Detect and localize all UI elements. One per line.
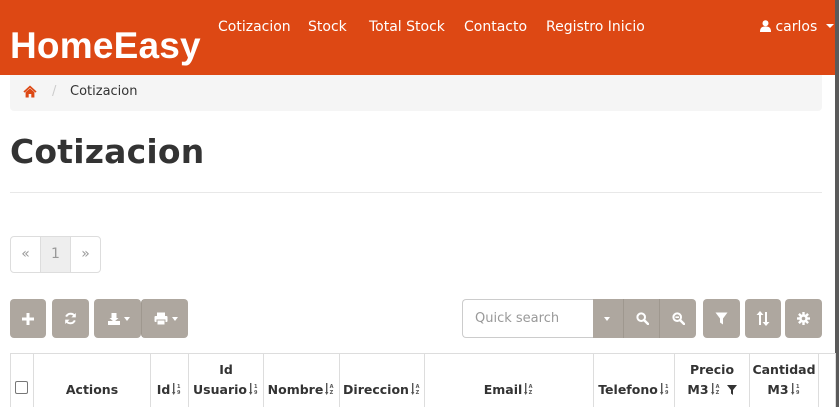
refresh-icon [65, 312, 76, 325]
user-menu[interactable]: carlos [760, 19, 834, 35]
nav-link-cotizacion[interactable]: Cotizacion [218, 19, 291, 35]
nav-link-stock[interactable]: Stock [308, 19, 347, 35]
settings-button[interactable] [785, 299, 822, 338]
breadcrumb-separator: / [52, 84, 57, 99]
home-icon[interactable] [23, 85, 37, 98]
svg-text:9: 9 [796, 390, 800, 395]
sort-alpha-icon: AZ [710, 383, 719, 395]
sort-alpha-icon: AZ [524, 383, 533, 395]
sort-alpha-icon: AZ [410, 383, 420, 395]
svg-text:Z: Z [715, 390, 719, 395]
table-header-precio-m3[interactable]: Precio M3 A Z [675, 354, 750, 407]
chevron-down-icon [825, 24, 834, 28]
sort-numeric-icon: 19 [248, 383, 258, 395]
table-header-id-usuario[interactable]: Id Usuario 1 9 [189, 354, 264, 407]
print-icon [154, 312, 168, 325]
nav-link-contacto[interactable]: Contacto [464, 19, 527, 35]
svg-text:9: 9 [254, 390, 258, 395]
search-icon [636, 312, 649, 325]
title-divider [10, 192, 822, 193]
filter-button[interactable] [703, 299, 740, 338]
clear-search-button[interactable] [659, 299, 696, 338]
chevron-down-icon [604, 317, 610, 321]
search-button[interactable] [623, 299, 659, 338]
plus-icon [22, 313, 34, 325]
sort-numeric-icon: 19 [790, 383, 800, 395]
brand-logo[interactable]: HomeEasy [10, 24, 201, 68]
svg-text:9: 9 [177, 390, 181, 395]
svg-text:Z: Z [529, 390, 533, 395]
filter-icon [715, 312, 728, 325]
sort-icon [756, 311, 770, 326]
table-header-actions: Actions [34, 354, 151, 407]
print-dropdown-button[interactable] [141, 299, 188, 338]
gear-icon [797, 312, 810, 325]
chevron-down-icon [172, 317, 178, 321]
table-header-direccion[interactable]: Direccion A Z [340, 354, 425, 407]
sort-alpha-icon: AZ [325, 383, 334, 395]
user-name: carlos [775, 19, 818, 35]
sort-numeric-icon: 19 [659, 383, 669, 395]
svg-text:9: 9 [665, 390, 669, 395]
add-button[interactable] [10, 299, 46, 338]
table-header-email[interactable]: Email A Z [425, 354, 594, 407]
sort-button[interactable] [745, 299, 781, 338]
table-header-cantidad-m3[interactable]: Cantidad M3 1 9 [750, 354, 819, 407]
breadcrumb-current: Cotizacion [70, 84, 138, 99]
pagination: « 1 » [10, 236, 101, 273]
svg-text:Z: Z [330, 390, 334, 395]
data-table: Actions Id 1 9 Id Usuario 1 9 Nombre A Z Direc… [10, 353, 836, 407]
svg-text:Z: Z [416, 390, 420, 395]
pagination-page-1[interactable]: 1 [41, 237, 71, 272]
window-right-border [835, 0, 839, 407]
table-header-nombre[interactable]: Nombre A Z [264, 354, 340, 407]
user-icon [760, 20, 771, 32]
select-all-checkbox[interactable] [15, 381, 28, 394]
search-options-button[interactable] [593, 299, 623, 338]
chevron-down-icon [124, 317, 130, 321]
pagination-prev[interactable]: « [11, 237, 41, 272]
filter-icon[interactable] [726, 385, 737, 395]
refresh-button[interactable] [52, 299, 89, 338]
nav-link-registro-inicio[interactable]: Registro Inicio [546, 19, 645, 35]
table-header-telefono[interactable]: Telefono 1 9 [594, 354, 675, 407]
table-header-id[interactable]: Id 1 9 [151, 354, 189, 407]
pagination-next[interactable]: » [71, 237, 100, 272]
sort-numeric-icon: 19 [172, 383, 181, 395]
breadcrumb: / Cotizacion [10, 75, 822, 111]
table-header-select [11, 354, 34, 407]
top-navbar: HomeEasy Cotizacion Stock Total Stock Co… [0, 0, 835, 75]
export-icon [108, 313, 120, 325]
zoom-out-icon [672, 312, 685, 325]
page-title: Cotizacion [10, 132, 205, 171]
nav-link-total-stock[interactable]: Total Stock [369, 19, 445, 35]
quick-search-input[interactable] [462, 299, 593, 338]
export-dropdown-button[interactable] [94, 299, 141, 338]
